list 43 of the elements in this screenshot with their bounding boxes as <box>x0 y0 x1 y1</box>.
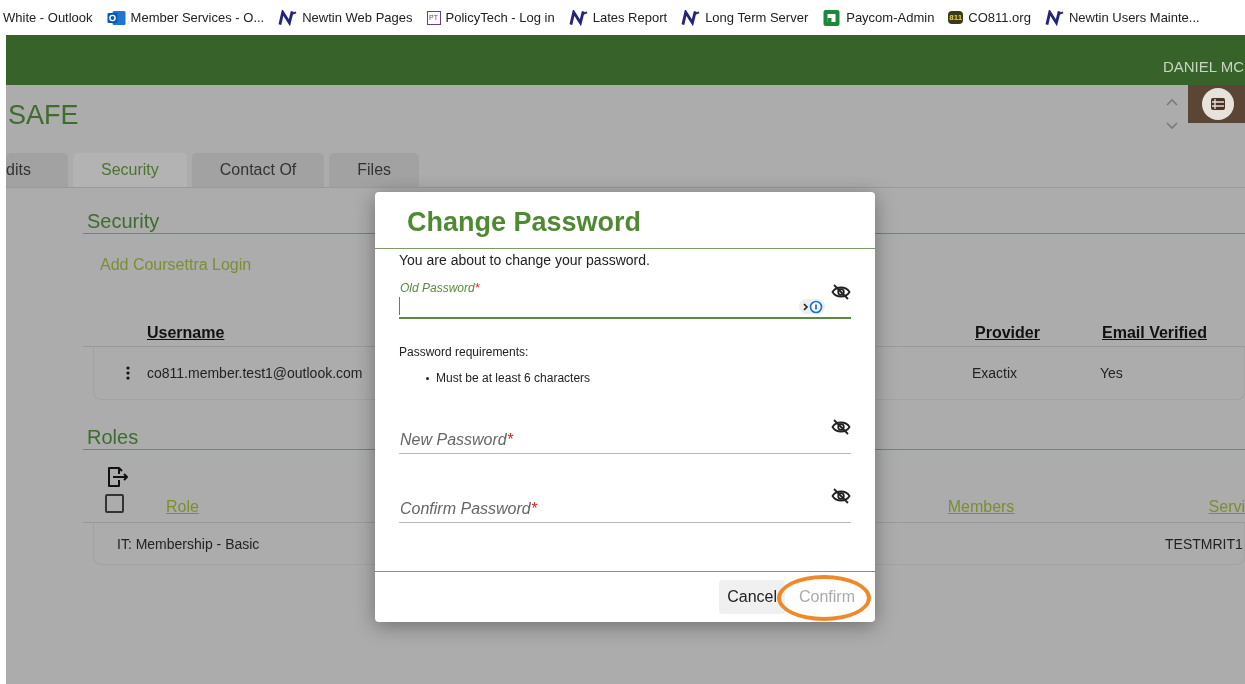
bookmark[interactable]: Paycom-Admin <box>822 9 935 26</box>
dialog-title: Change Password <box>375 192 875 249</box>
table-cell: Yes <box>1100 365 1123 381</box>
export-icon[interactable] <box>107 466 131 488</box>
page-title: SAFE <box>8 100 79 131</box>
intro-text: You are about to change your password. <box>399 252 651 268</box>
811-logo-icon: 811 <box>948 11 964 24</box>
mail-icon <box>106 9 126 26</box>
bookmark[interactable]: Newtin Web Pages <box>278 9 413 26</box>
bookmark[interactable]: Lates Report <box>568 9 668 26</box>
dialog-button[interactable]: Cancel <box>719 580 785 614</box>
user-name[interactable]: DANIEL MC <box>1162 45 1244 75</box>
bookmark[interactable]: White - Outlook <box>3 10 93 25</box>
table-cell: Exactix <box>972 365 1018 381</box>
table-cell: IT: Membership - Basic <box>117 535 260 552</box>
checkbox[interactable] <box>105 493 124 513</box>
password-field[interactable]: New Password* <box>399 417 851 454</box>
table-cell: TESTMRIT1 <box>1165 535 1243 552</box>
list-icon[interactable] <box>1202 88 1234 120</box>
eye-slash-icon[interactable] <box>831 419 851 435</box>
square-logo-icon <box>822 9 842 26</box>
eye-slash-icon[interactable] <box>831 284 851 300</box>
n-logo-icon <box>1044 9 1064 26</box>
column-header[interactable]: Email Verified <box>1102 324 1207 342</box>
bookmark[interactable]: 811 CO811.org <box>948 10 1031 25</box>
tab[interactable]: Files <box>329 153 420 187</box>
eye-slash-icon[interactable] <box>831 488 851 504</box>
n-logo-icon <box>681 9 701 26</box>
bookmark[interactable]: Long Term Server <box>681 9 809 26</box>
bookmark[interactable]: Member Services - O... <box>106 9 265 26</box>
requirement-item: Must be at least 6 characters <box>426 371 851 385</box>
column-header[interactable]: Provider <box>975 324 1102 342</box>
tab[interactable]: dits <box>6 153 68 187</box>
requirements-title: Password requirements: <box>399 345 530 359</box>
table-cell: co811.member.test1@outlook.com <box>147 365 363 381</box>
n-logo-icon <box>278 9 298 26</box>
tab[interactable]: Contact Of <box>191 153 325 187</box>
kebab-menu-icon[interactable] <box>126 366 130 380</box>
bookmark[interactable]: Newtin Users Mainte... <box>1044 9 1200 26</box>
password-manager-icon[interactable] <box>799 299 825 314</box>
password-field[interactable]: Old Password* <box>399 280 851 319</box>
password-field[interactable]: Confirm Password* <box>399 486 851 523</box>
n-logo-icon <box>568 9 588 26</box>
